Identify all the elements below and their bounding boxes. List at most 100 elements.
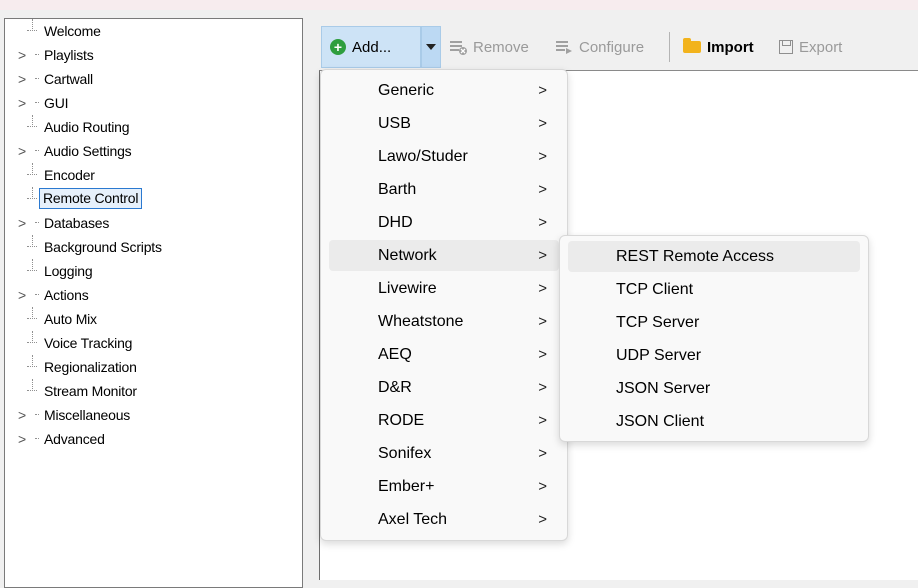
add-menu-item[interactable]: Generic >	[329, 75, 559, 106]
menu-item-label: REST Remote Access	[616, 247, 774, 265]
add-dropdown-arrow[interactable]	[421, 26, 441, 68]
menu-item-label: TCP Client	[616, 280, 694, 298]
network-submenu-item[interactable]: TCP Client	[568, 274, 860, 305]
chevron-right-icon: >	[538, 445, 547, 462]
chevron-right-icon: >	[538, 511, 547, 528]
chevron-right-icon: >	[538, 181, 547, 198]
tree-item[interactable]: > Audio Settings	[5, 139, 302, 163]
tree-item-label: Playlists	[44, 47, 94, 63]
menu-item-label: JSON Server	[616, 379, 711, 397]
add-menu-item[interactable]: USB >	[329, 108, 559, 139]
tree-item[interactable]: Stream Monitor	[5, 379, 302, 403]
export-button-label: Export	[799, 38, 843, 56]
add-menu-item[interactable]: DHD >	[329, 207, 559, 238]
remove-icon	[449, 39, 467, 55]
chevron-right-icon: >	[538, 280, 547, 297]
chevron-right-icon[interactable]: >	[16, 43, 28, 67]
add-menu-item[interactable]: Barth >	[329, 174, 559, 205]
add-menu-item[interactable]: Sonifex >	[329, 438, 559, 469]
tree-item-label: Stream Monitor	[44, 383, 137, 399]
tree-item[interactable]: Voice Tracking	[5, 331, 302, 355]
export-button[interactable]: Export	[779, 26, 842, 68]
tree-connector	[35, 438, 39, 439]
add-menu-item[interactable]: Axel Tech >	[329, 504, 559, 535]
tree-item[interactable]: Background Scripts	[5, 235, 302, 259]
tree-item-label: GUI	[44, 95, 69, 111]
chevron-right-icon[interactable]: >	[16, 91, 28, 115]
add-menu-item[interactable]: Ember+ >	[329, 471, 559, 502]
chevron-right-icon: >	[538, 313, 547, 330]
tree-item-label: Welcome	[44, 23, 101, 39]
tree-connector	[32, 235, 33, 247]
tree-item-label: Auto Mix	[44, 311, 97, 327]
network-submenu: REST Remote Access TCP Client TCP Server UD…	[559, 235, 869, 442]
menu-item-label: UDP Server	[616, 346, 702, 364]
tree-item-label: Databases	[44, 215, 110, 231]
chevron-right-icon: >	[538, 115, 547, 132]
add-menu-item[interactable]: D&R >	[329, 372, 559, 403]
chevron-right-icon[interactable]: >	[16, 403, 28, 427]
menu-item-label: DHD	[378, 213, 413, 231]
import-button[interactable]: Import	[683, 26, 754, 68]
network-submenu-item[interactable]: UDP Server	[568, 340, 860, 371]
network-submenu-item[interactable]: REST Remote Access	[568, 241, 860, 272]
tree-connector	[32, 187, 33, 199]
remove-button-label: Remove	[473, 38, 529, 56]
menu-item-label: Barth	[378, 180, 417, 198]
toolbar-separator	[669, 32, 670, 62]
add-menu-item[interactable]: AEQ >	[329, 339, 559, 370]
add-button[interactable]: + Add...	[321, 26, 421, 68]
chevron-right-icon[interactable]: >	[16, 427, 28, 451]
settings-tree[interactable]: Welcome > Playlists > Cartwall > GUI Audio Rout…	[4, 18, 303, 588]
tree-item[interactable]: Audio Routing	[5, 115, 302, 139]
tree-item[interactable]: Logging	[5, 259, 302, 283]
add-menu-item[interactable]: Livewire >	[329, 273, 559, 304]
configure-button[interactable]: Configure	[555, 26, 644, 68]
tree-connector	[32, 19, 33, 31]
save-icon	[779, 40, 793, 54]
menu-item-label: AEQ	[378, 345, 412, 363]
menu-item-label: JSON Client	[616, 412, 705, 430]
tree-item[interactable]: > Miscellaneous	[5, 403, 302, 427]
chevron-right-icon[interactable]: >	[16, 67, 28, 91]
tree-item[interactable]: Encoder	[5, 163, 302, 187]
tree-connector	[35, 78, 39, 79]
tree-connector	[32, 379, 33, 391]
tree-item[interactable]: Auto Mix	[5, 307, 302, 331]
tree-item[interactable]: Remote Control	[5, 187, 302, 211]
tree-item-label: Audio Routing	[44, 119, 130, 135]
tree-connector	[35, 102, 39, 103]
add-menu-item[interactable]: RODE >	[329, 405, 559, 436]
tree-item[interactable]: > Databases	[5, 211, 302, 235]
tree-connector	[35, 222, 39, 223]
add-menu: Generic > USB > Lawo/Studer > Barth > DHD > Networ…	[320, 69, 568, 541]
tree-item[interactable]: > Cartwall	[5, 67, 302, 91]
menu-item-label: TCP Server	[616, 313, 700, 331]
tree-item-label: Logging	[44, 263, 93, 279]
chevron-right-icon: >	[538, 346, 547, 363]
chevron-right-icon: >	[538, 148, 547, 165]
menu-item-label: Lawo/Studer	[378, 147, 468, 165]
tree-item[interactable]: Welcome	[5, 19, 302, 43]
network-submenu-item[interactable]: JSON Server	[568, 373, 860, 404]
add-menu-item[interactable]: Wheatstone >	[329, 306, 559, 337]
tree-item-label: Background Scripts	[44, 239, 162, 255]
remove-button[interactable]: Remove	[449, 26, 529, 68]
chevron-right-icon[interactable]: >	[16, 139, 28, 163]
tree-item-label: Cartwall	[44, 71, 93, 87]
tree-item[interactable]: > Playlists	[5, 43, 302, 67]
network-submenu-item[interactable]: TCP Server	[568, 307, 860, 338]
menu-item-label: Sonifex	[378, 444, 432, 462]
add-menu-item[interactable]: Network >	[329, 240, 559, 271]
window-top-band	[0, 0, 918, 10]
add-menu-item[interactable]: Lawo/Studer >	[329, 141, 559, 172]
chevron-right-icon[interactable]: >	[16, 211, 28, 235]
tree-item[interactable]: > GUI	[5, 91, 302, 115]
toolbar: + Add... Remove Configure Import Export	[319, 26, 918, 68]
tree-item[interactable]: > Advanced	[5, 427, 302, 451]
network-submenu-item[interactable]: JSON Client	[568, 406, 860, 437]
tree-item[interactable]: > Actions	[5, 283, 302, 307]
chevron-right-icon[interactable]: >	[16, 283, 28, 307]
tree-item[interactable]: Regionalization	[5, 355, 302, 379]
chevron-right-icon: >	[538, 379, 547, 396]
